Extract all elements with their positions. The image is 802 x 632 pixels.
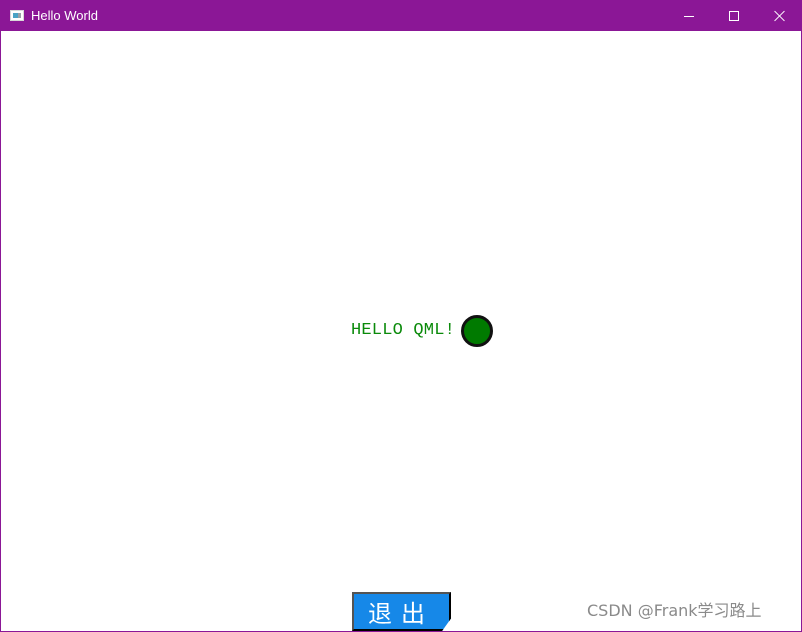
close-button[interactable] — [757, 1, 801, 31]
qml-content-area: HELLO QML! 退出 CSDN @Frank学习路上 — [1, 31, 801, 631]
application-window: Hello World HELLO QML! 退出 CSDN @Frank学习路… — [0, 0, 802, 632]
app-window-icon — [10, 10, 24, 21]
csdn-watermark: CSDN @Frank学习路上 — [587, 601, 762, 620]
title-bar[interactable]: Hello World — [1, 1, 801, 31]
minimize-icon — [684, 16, 694, 17]
window-title: Hello World — [31, 8, 98, 23]
minimize-button[interactable] — [665, 1, 711, 31]
maximize-icon — [729, 11, 739, 21]
exit-button[interactable]: 退出 — [352, 592, 451, 631]
green-status-circle — [461, 315, 493, 347]
hello-qml-text: HELLO QML! — [351, 321, 456, 340]
close-icon — [774, 10, 786, 22]
maximize-button[interactable] — [711, 1, 757, 31]
